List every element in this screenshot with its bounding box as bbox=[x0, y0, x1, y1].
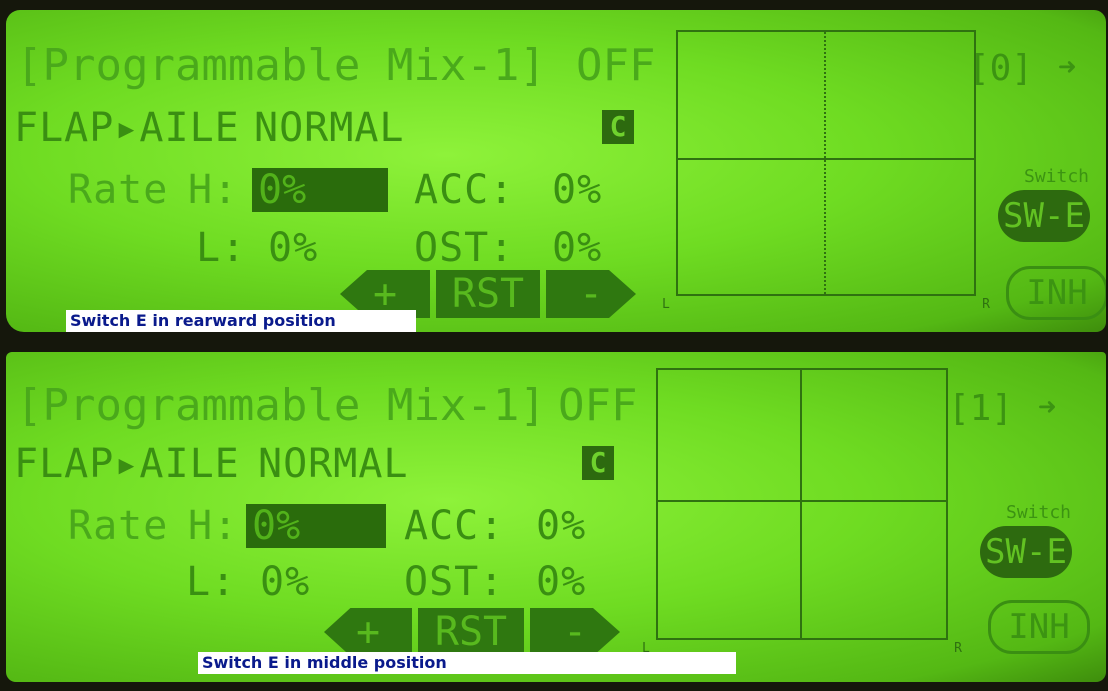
mix-status[interactable]: OFF bbox=[576, 44, 655, 88]
graph-right-tick: R bbox=[982, 297, 990, 312]
position-counter: [1] bbox=[948, 388, 1014, 429]
rate-low-value[interactable]: 0% bbox=[268, 228, 318, 268]
condition-name: NORMAL bbox=[254, 105, 405, 151]
ost-value[interactable]: 0% bbox=[536, 562, 586, 602]
inhibit-toggle[interactable]: INH bbox=[1006, 266, 1106, 320]
decrease-button[interactable]: - bbox=[546, 270, 636, 318]
ost-label: OST: bbox=[404, 559, 505, 605]
graph-left-tick: L bbox=[662, 297, 670, 312]
rate-high-value[interactable]: 0% bbox=[246, 504, 386, 548]
reset-button[interactable]: RST bbox=[436, 270, 540, 318]
condition-badge: C bbox=[582, 446, 614, 480]
mix-title: [Programmable Mix-1] bbox=[16, 40, 546, 91]
rate-high-label: H: bbox=[188, 503, 239, 549]
rate-high-label: H: bbox=[188, 167, 239, 213]
acc-label: ACC: bbox=[414, 167, 515, 213]
graph-center-horizontal bbox=[658, 500, 946, 502]
position-counter: [0] bbox=[968, 48, 1034, 89]
rate-label: Rate bbox=[68, 503, 169, 549]
mix-curve-graph: L R bbox=[662, 30, 990, 312]
decrease-button[interactable]: - bbox=[530, 608, 620, 656]
lcd-screen-bottom: [Programmable Mix-1] OFF FLAP▸AILE NORMA… bbox=[6, 352, 1106, 682]
rate-label: Rate bbox=[68, 167, 169, 213]
switch-caption: Switch bbox=[1024, 166, 1090, 187]
lcd-screen-top: [Programmable Mix-1] OFF FLAP▸AILE NORMA… bbox=[6, 10, 1106, 332]
switch-selector[interactable]: SW-E bbox=[998, 190, 1090, 242]
switch-caption: Switch bbox=[1006, 502, 1072, 523]
acc-label: ACC: bbox=[404, 503, 505, 549]
caption-bottom: Switch E in middle position bbox=[198, 652, 736, 674]
ost-value[interactable]: 0% bbox=[552, 228, 602, 268]
mix-curve-graph: L R bbox=[642, 368, 962, 656]
condition-name: NORMAL bbox=[258, 441, 409, 487]
graph-center-horizontal bbox=[678, 158, 974, 160]
mix-status[interactable]: OFF bbox=[558, 384, 637, 428]
adjust-button-bar: + RST - bbox=[324, 608, 624, 656]
graph-center-vertical bbox=[824, 32, 826, 294]
graph-right-tick: R bbox=[954, 641, 962, 656]
rate-low-label: L: bbox=[196, 225, 247, 271]
ost-label: OST: bbox=[414, 225, 515, 271]
rate-high-value[interactable]: 0% bbox=[252, 168, 388, 212]
rate-low-label: L: bbox=[186, 559, 237, 605]
condition-badge: C bbox=[602, 110, 634, 144]
increase-button[interactable]: + bbox=[324, 608, 412, 656]
page-arrow-icon[interactable]: ➜ bbox=[1058, 50, 1076, 85]
mix-path[interactable]: FLAP▸AILE bbox=[14, 444, 240, 484]
mix-title: [Programmable Mix-1] bbox=[16, 380, 546, 431]
inhibit-toggle[interactable]: INH bbox=[988, 600, 1090, 654]
mix-path[interactable]: FLAP▸AILE bbox=[14, 108, 240, 148]
rate-low-value[interactable]: 0% bbox=[260, 562, 310, 602]
acc-value[interactable]: 0% bbox=[552, 170, 602, 210]
caption-top: Switch E in rearward position bbox=[66, 310, 416, 332]
acc-value[interactable]: 0% bbox=[536, 506, 586, 546]
reset-button[interactable]: RST bbox=[418, 608, 524, 656]
page-arrow-icon[interactable]: ➜ bbox=[1038, 390, 1056, 425]
graph-center-vertical bbox=[800, 370, 802, 638]
switch-selector[interactable]: SW-E bbox=[980, 526, 1072, 578]
